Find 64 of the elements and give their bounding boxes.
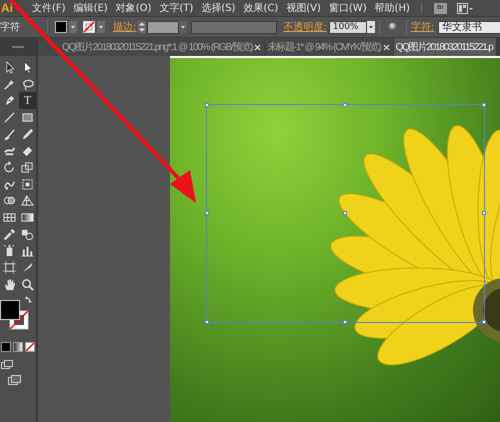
blend-icon (21, 228, 34, 241)
opacity-field[interactable]: 100% (328, 20, 367, 34)
slice-icon (21, 261, 34, 274)
lasso-icon (21, 78, 34, 91)
artboard-icon (3, 261, 16, 274)
fill-swatch[interactable] (0, 300, 20, 320)
caret-icon (368, 26, 373, 28)
artboard-tool[interactable] (1, 259, 18, 276)
color-mode-icon[interactable] (1, 342, 11, 352)
pencil-icon (21, 128, 34, 141)
zoom-icon (21, 278, 34, 291)
character-label[interactable]: 字符: (410, 20, 434, 34)
gradient-mode-icon[interactable] (13, 342, 23, 352)
menu-item[interactable]: 对象(O) (112, 1, 154, 15)
eyedropper-icon (3, 228, 16, 241)
menu-item[interactable]: 窗口(W) (326, 1, 370, 15)
menu-item[interactable]: 帮助(H) (372, 1, 413, 15)
dropdown-button[interactable] (179, 21, 188, 33)
none-mode-icon[interactable] (25, 342, 35, 352)
menu-item[interactable]: 文件(F) (29, 1, 69, 15)
screen-mode-icon[interactable] (8, 374, 21, 385)
fill-swatch[interactable] (55, 21, 77, 33)
hand-icon (3, 278, 16, 291)
perspective-grid-icon (21, 194, 34, 208)
eraser-icon (21, 144, 34, 158)
stroke-label[interactable]: 描边: (113, 20, 136, 34)
sprayer-icon (3, 244, 16, 258)
magic-wand-icon (3, 78, 16, 91)
free-transform-icon (21, 178, 34, 191)
stroke-weight-field[interactable] (147, 20, 180, 34)
menu-item[interactable]: 视图(V) (283, 1, 324, 15)
scale-icon (21, 160, 34, 174)
caret-icon (99, 26, 103, 28)
rotate-icon (3, 160, 16, 174)
line-icon (3, 110, 16, 124)
panel-label: 字符 (0, 20, 21, 34)
selection-bounding-box[interactable] (206, 104, 485, 323)
menu-item[interactable]: 文字(T) (156, 1, 196, 15)
menu-item[interactable]: 效果(C) (240, 1, 282, 15)
layout-icon[interactable] (456, 2, 473, 14)
document-tab[interactable]: 未标题-1* @ 94% (CMYK/预览) (265, 38, 393, 56)
document-tab[interactable]: QQ图片20180320115221.png*:1 @ 100% (RGB/预览) (38, 38, 264, 56)
swap-arrows-icon[interactable] (25, 296, 32, 304)
stepper-icon[interactable] (138, 21, 146, 33)
type-tool[interactable]: T (19, 92, 36, 110)
rectangle-icon (21, 110, 34, 124)
caret-icon (181, 26, 186, 28)
close-icon[interactable] (254, 44, 262, 50)
font-field[interactable]: 华文隶书 (438, 20, 500, 34)
document-tab[interactable]: QQ图片20180320115221.p (394, 38, 496, 56)
caret-icon (71, 26, 75, 28)
menu-item[interactable]: 编辑(E) (70, 1, 111, 15)
stroke-swatch[interactable] (83, 21, 105, 33)
bar-chart-icon (21, 244, 34, 258)
pen-nib-icon (3, 94, 16, 108)
globe-icon[interactable] (388, 22, 398, 32)
draw-mode-icon[interactable] (1, 360, 13, 369)
mesh-icon (3, 211, 16, 224)
gradient-icon (21, 211, 34, 224)
paintbrush-icon (3, 128, 16, 141)
opacity-label[interactable]: 不透明度: (283, 20, 327, 34)
close-icon[interactable] (382, 44, 390, 50)
menu-item[interactable]: 选择(S) (198, 1, 238, 15)
app-logo: Ai (1, 1, 13, 15)
